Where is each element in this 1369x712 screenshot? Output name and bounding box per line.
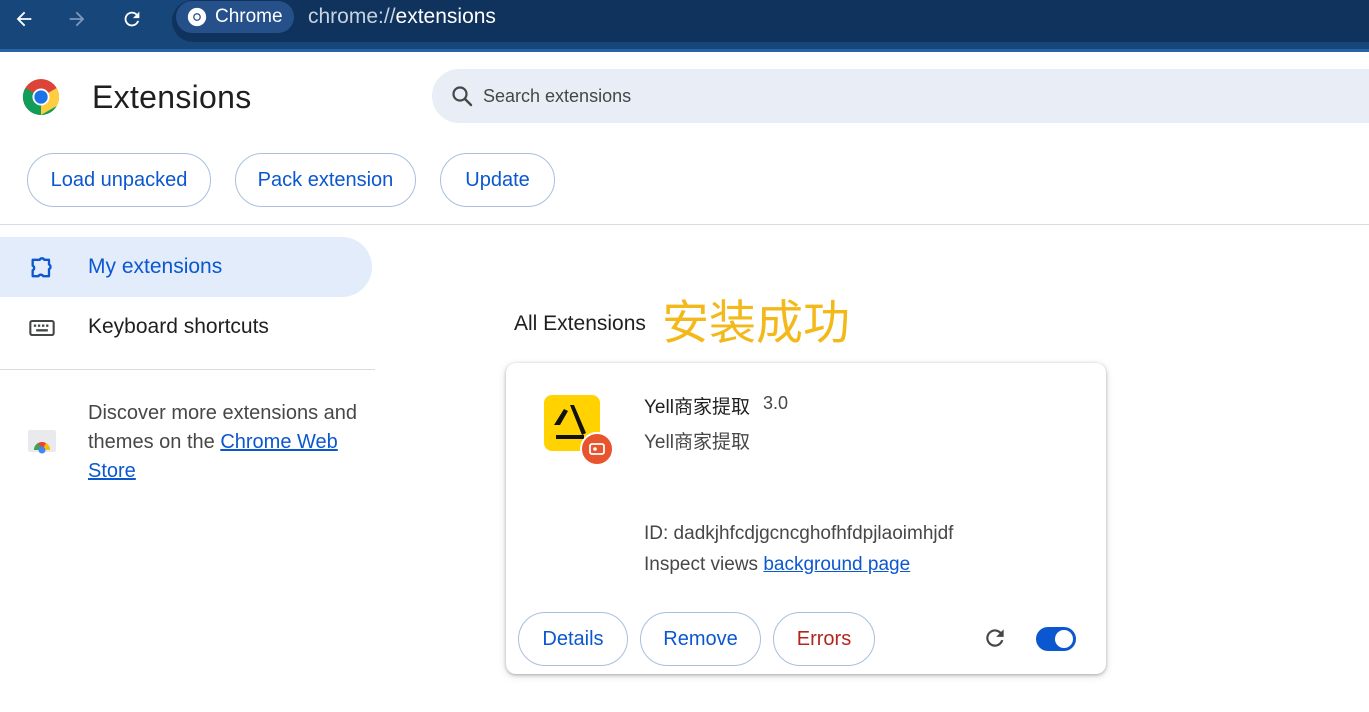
extension-description: Yell商家提取: [644, 432, 750, 453]
reload-icon: [124, 11, 140, 27]
reload-extension-icon[interactable]: [982, 625, 1008, 651]
page-title: Extensions: [92, 79, 252, 115]
arrow-right-icon: [69, 11, 85, 27]
errors-button[interactable]: Errors: [773, 612, 875, 666]
sidebar-item-label: Keyboard shortcuts: [88, 315, 269, 338]
url-host: extensions: [395, 5, 496, 28]
header-divider: [0, 224, 1369, 225]
section-title: All Extensions: [514, 312, 646, 335]
browser-toolbar: Chrome chrome://extensions: [0, 0, 1369, 52]
remove-button[interactable]: Remove: [640, 612, 761, 666]
sidebar-item-label: My extensions: [88, 255, 223, 278]
update-button[interactable]: Update: [440, 153, 555, 207]
details-button[interactable]: Details: [518, 612, 628, 666]
puzzle-icon: [31, 257, 52, 278]
chrome-logo-icon: [22, 78, 60, 116]
load-unpacked-button[interactable]: Load unpacked: [27, 153, 211, 207]
forward-button[interactable]: [62, 4, 92, 34]
url-scheme: chrome://: [308, 5, 396, 28]
keyboard-icon: [29, 319, 55, 337]
back-button[interactable]: [9, 4, 39, 34]
sidebar-item-my-extensions[interactable]: My extensions: [0, 237, 372, 297]
extension-card: Yell商家提取 3.0 Yell商家提取 ID: dadkjhfcdjgcnc…: [506, 363, 1106, 674]
sidebar-divider: [0, 369, 375, 370]
sidebar-item-keyboard-shortcuts[interactable]: Keyboard shortcuts: [0, 297, 372, 357]
arrow-left-icon: [16, 11, 32, 27]
pack-extension-button[interactable]: Pack extension: [235, 153, 416, 207]
background-page-link[interactable]: background page: [763, 554, 910, 575]
search-box[interactable]: [432, 69, 1369, 123]
url-text[interactable]: chrome://extensions: [308, 5, 496, 29]
extension-version: 3.0: [763, 393, 789, 413]
extension-id: ID: dadkjhfcdjgcncghofhfdpjlaoimhjdf: [644, 523, 954, 544]
chrome-icon: [187, 7, 207, 27]
site-chip[interactable]: Chrome: [176, 1, 294, 33]
reload-button[interactable]: [117, 4, 147, 34]
search-input[interactable]: [483, 85, 1083, 107]
inspect-views-label: Inspect views: [644, 554, 764, 575]
install-success-annotation: 安装成功: [662, 296, 850, 351]
toggle-knob: [1055, 630, 1073, 648]
enable-toggle[interactable]: [1036, 627, 1076, 651]
extension-name: Yell商家提取: [644, 397, 750, 418]
search-icon: [452, 86, 473, 107]
web-store-icon: [28, 430, 56, 454]
extension-badge-icon: [580, 432, 614, 466]
web-store-promo: Discover more extensions and themes on t…: [88, 399, 358, 486]
site-chip-label: Chrome: [215, 6, 283, 27]
inspect-views: Inspect views background page: [644, 554, 910, 576]
